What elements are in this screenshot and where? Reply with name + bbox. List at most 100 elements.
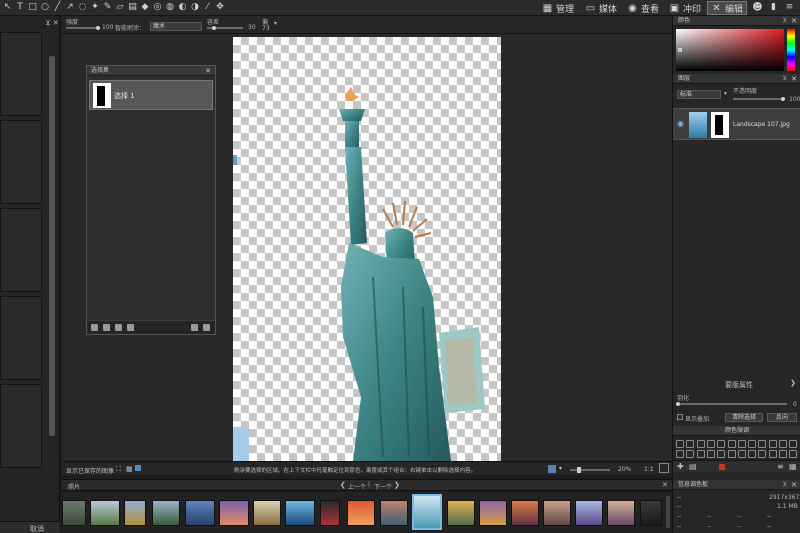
layer-row[interactable]: ◉ Landscape 107.jpg xyxy=(673,108,800,140)
ratio-value[interactable]: 1:1 xyxy=(644,466,654,473)
camera-icon[interactable] xyxy=(103,324,110,331)
hardness-slider[interactable] xyxy=(66,27,98,29)
grid-toggle-icon[interactable]: ▦ xyxy=(126,465,133,473)
trash-icon[interactable] xyxy=(127,324,134,331)
adjustment-icon[interactable] xyxy=(758,440,767,448)
thumbnail[interactable] xyxy=(219,500,249,526)
prev-button[interactable]: 上一个 xyxy=(348,482,366,491)
transform-icon[interactable] xyxy=(115,324,122,331)
new-selection-icon[interactable] xyxy=(91,324,98,331)
adjustment-icon[interactable] xyxy=(748,450,757,458)
image-canvas[interactable] xyxy=(233,37,501,461)
line-icon[interactable]: ╱ xyxy=(52,2,63,13)
adjustment-icon[interactable] xyxy=(748,440,757,448)
adjustment-icon[interactable] xyxy=(789,450,798,458)
adjustment-icon[interactable] xyxy=(717,450,726,458)
chevron-right-icon[interactable]: ❯ xyxy=(790,379,796,387)
adjustment-icon[interactable] xyxy=(676,450,684,458)
blend-mode-select[interactable]: 标准 xyxy=(677,90,721,99)
magic-wand-icon[interactable]: ✦ xyxy=(90,2,101,13)
eyedropper-icon[interactable]: ⁄ xyxy=(202,2,213,13)
thumbnail[interactable] xyxy=(479,500,507,526)
mode-view[interactable]: ◉ 查看 xyxy=(627,1,659,15)
feather-slider[interactable] xyxy=(677,403,787,405)
selection-item[interactable]: 选择 1 xyxy=(89,80,213,110)
color-picker-field[interactable] xyxy=(676,29,784,71)
pin-icon[interactable]: ⊻ xyxy=(783,480,787,490)
adjustment-icon[interactable] xyxy=(686,440,695,448)
thumbnail[interactable] xyxy=(185,500,215,526)
zoom-knob[interactable] xyxy=(577,467,581,473)
thumbnail[interactable] xyxy=(152,500,180,526)
cursor-icon[interactable]: ↖ xyxy=(2,2,13,13)
bucket-icon[interactable]: ◆ xyxy=(140,2,151,13)
opacity-slider[interactable] xyxy=(733,98,785,100)
pin-icon[interactable]: ⊻ xyxy=(783,74,787,84)
layer-icon[interactable]: ▤ xyxy=(689,462,697,471)
adjustment-icon[interactable] xyxy=(768,440,777,448)
thumbnail[interactable] xyxy=(320,500,340,526)
clear-selection-button[interactable]: 清除选择 xyxy=(725,413,763,422)
pin-icon[interactable]: ⊻ ✕ xyxy=(44,16,60,30)
brush-icon[interactable]: ✎ xyxy=(102,2,113,13)
thumbnail[interactable] xyxy=(62,500,86,526)
mode-edit[interactable]: ✕ 编辑 xyxy=(707,1,748,15)
gradient-icon[interactable]: ▤ xyxy=(127,2,138,13)
eraser-icon[interactable]: ▱ xyxy=(115,2,126,13)
adjustment-icon[interactable] xyxy=(717,440,726,448)
clone-icon[interactable]: ◎ xyxy=(152,2,163,13)
thumbnail[interactable] xyxy=(124,500,146,526)
adjustment-icon[interactable] xyxy=(727,450,736,458)
adjustment-icon[interactable] xyxy=(737,450,746,458)
ellipse-icon[interactable]: ○ xyxy=(40,2,51,13)
menu-icon[interactable]: ≡ xyxy=(784,2,795,13)
invert-button[interactable]: 反向 xyxy=(767,413,797,422)
show-overlay-checkbox[interactable] xyxy=(677,414,683,420)
dodge-icon[interactable]: ◐ xyxy=(177,2,188,13)
chevron-down-icon[interactable]: ▾ xyxy=(274,20,277,27)
thumbnail[interactable] xyxy=(253,500,281,526)
thumbnail[interactable] xyxy=(380,500,408,526)
mode-develop[interactable]: ▣ 冲印 xyxy=(669,1,701,15)
mode-media[interactable]: ▭ 媒体 xyxy=(585,1,617,15)
feather-knob[interactable] xyxy=(676,402,680,406)
smart-brush-select[interactable]: 魔术 xyxy=(150,22,202,31)
thumbnail[interactable] xyxy=(447,500,475,526)
adjustment-icon[interactable] xyxy=(758,450,767,458)
eye-icon[interactable]: ◉ xyxy=(677,119,684,128)
adjustment-icon[interactable] xyxy=(706,440,715,448)
color-picker-handle[interactable] xyxy=(678,48,682,52)
hardness-knob[interactable] xyxy=(96,26,100,30)
color-swatch-icon[interactable] xyxy=(719,464,725,470)
face-icon[interactable]: ☻ xyxy=(752,2,763,13)
close-icon[interactable]: ✕ xyxy=(791,74,797,84)
text-icon[interactable]: T xyxy=(15,2,26,13)
tolerance-knob[interactable] xyxy=(212,26,216,30)
adjustment-icon[interactable] xyxy=(727,440,736,448)
prev-icon[interactable]: ❮ xyxy=(340,481,346,489)
left-scrollbar[interactable] xyxy=(49,56,55,436)
burn-icon[interactable]: ◑ xyxy=(190,2,201,13)
arrow-icon[interactable]: ↗ xyxy=(65,2,76,13)
rect-icon[interactable]: □ xyxy=(27,2,38,13)
adjustment-icon[interactable] xyxy=(696,440,705,448)
close-icon[interactable]: ✕ xyxy=(205,66,211,76)
adjustment-icon[interactable] xyxy=(737,440,746,448)
thumbnail[interactable] xyxy=(285,500,315,526)
adjustment-icon[interactable] xyxy=(779,440,787,448)
thumbnail[interactable] xyxy=(575,500,603,526)
adjustment-icon[interactable] xyxy=(768,450,777,458)
adjustment-icon[interactable] xyxy=(789,440,798,448)
adjustment-icon[interactable] xyxy=(706,450,715,458)
pin-icon[interactable]: ⊻ xyxy=(783,16,787,26)
chevron-down-icon[interactable]: ▾ xyxy=(724,90,727,97)
close-icon[interactable]: ✕ xyxy=(662,481,668,489)
zoom-mode-icon[interactable] xyxy=(548,465,556,473)
cancel-button[interactable]: 取消 xyxy=(30,524,44,533)
blur-icon[interactable]: ◍ xyxy=(165,2,176,13)
close-icon[interactable]: ✕ xyxy=(791,480,797,490)
thumbnail-selected[interactable] xyxy=(412,494,442,530)
color-toggle-icon[interactable] xyxy=(135,465,141,471)
next-button[interactable]: 下一个 xyxy=(374,482,392,491)
opacity-knob[interactable] xyxy=(781,97,785,101)
